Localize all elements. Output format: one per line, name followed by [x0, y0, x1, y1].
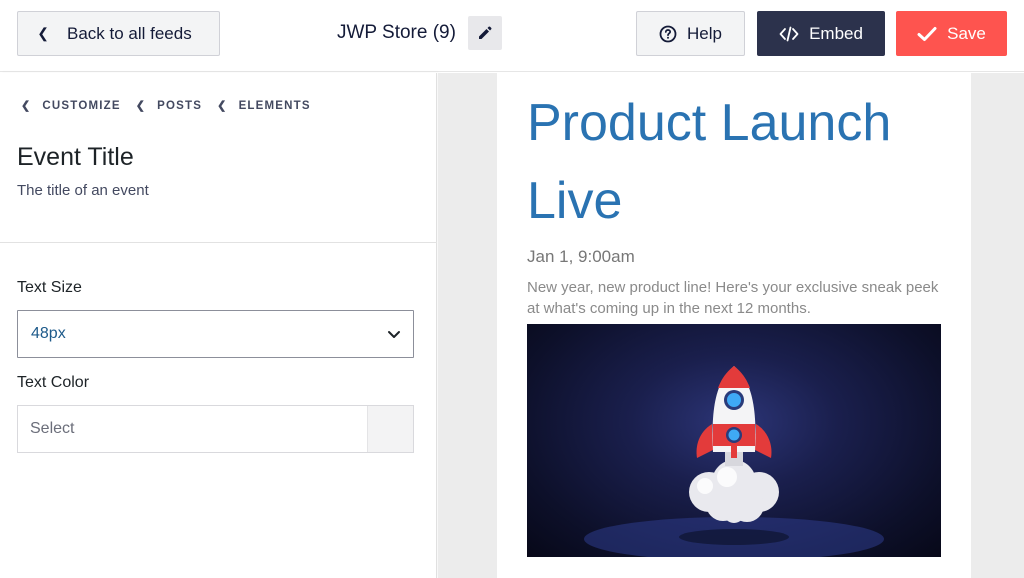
rocket-illustration [584, 366, 884, 557]
divider [0, 242, 437, 243]
customizer-sidebar: ❮ CUSTOMIZE ❮ POSTS ❮ ELEMENTS Event Tit… [0, 73, 437, 578]
back-to-feeds-button[interactable]: ❮ Back to all feeds [17, 11, 220, 56]
back-button-label: Back to all feeds [66, 23, 192, 43]
top-toolbar: ❮ Back to all feeds JWP Store (9) Help E… [0, 0, 1024, 72]
text-color-placeholder: Select [30, 420, 75, 437]
embed-button-label: Embed [809, 23, 863, 43]
text-color-picker[interactable]: Select [17, 405, 414, 453]
text-size-value: 48px [31, 325, 66, 342]
feed-title-group: JWP Store (9) [337, 16, 502, 50]
chevron-left-icon: ❮ [135, 100, 147, 112]
text-size-label: Text Size [17, 279, 82, 296]
text-color-label: Text Color [17, 374, 90, 391]
section-title: Event Title [17, 143, 134, 171]
help-button-label: Help [687, 23, 722, 43]
chevron-left-icon: ❮ [217, 100, 228, 112]
question-circle-icon [659, 25, 677, 43]
breadcrumb-customize[interactable]: ❮ CUSTOMIZE [21, 99, 121, 113]
breadcrumb: ❮ CUSTOMIZE ❮ POSTS ❮ ELEMENTS [21, 99, 326, 113]
event-image [527, 324, 941, 557]
help-button[interactable]: Help [636, 11, 745, 56]
breadcrumb-posts[interactable]: ❮ POSTS [135, 99, 202, 113]
chevron-left-icon: ❮ [21, 100, 32, 112]
pencil-icon [478, 26, 492, 39]
breadcrumb-elements[interactable]: ❮ ELEMENTS [217, 99, 311, 113]
event-title[interactable]: Product Launch Live [527, 84, 947, 240]
color-swatch[interactable] [367, 406, 413, 452]
chevron-down-icon [388, 331, 400, 338]
embed-button[interactable]: Embed [757, 11, 885, 56]
save-button-label: Save [947, 23, 986, 43]
event-date: Jan 1, 9:00am [527, 247, 635, 266]
code-icon [779, 26, 799, 42]
feed-title: JWP Store (9) [337, 22, 456, 43]
event-description: New year, new product line! Here's your … [527, 279, 939, 317]
edit-title-button[interactable] [467, 16, 502, 50]
save-button[interactable]: Save [896, 11, 1007, 56]
checkmark-icon [917, 26, 937, 42]
chevron-left-icon: ❮ [37, 25, 49, 41]
text-size-select[interactable]: 48px [17, 310, 414, 358]
section-description: The title of an event [17, 182, 149, 199]
